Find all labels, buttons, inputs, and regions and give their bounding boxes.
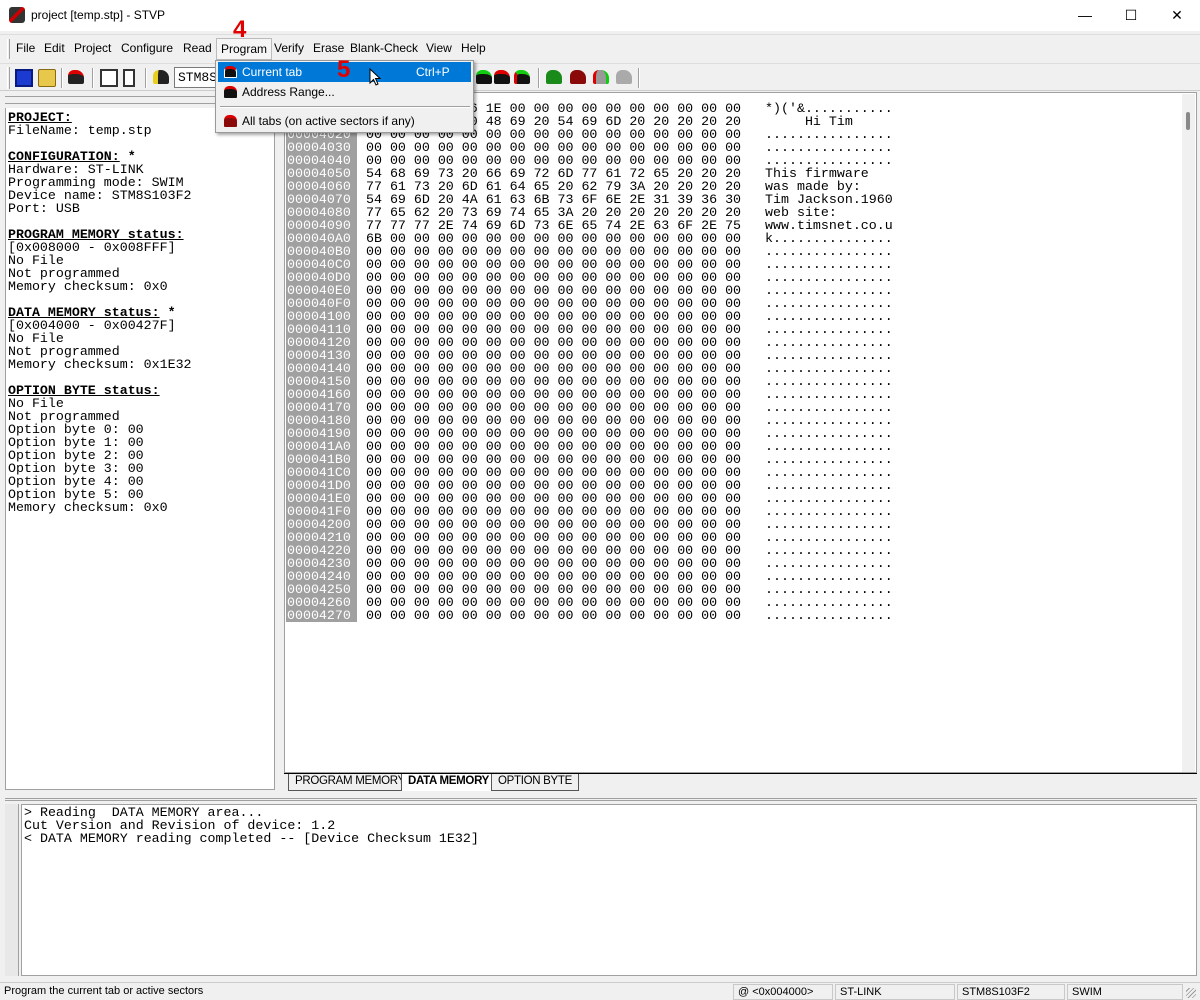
memory-tabs: PROGRAM MEMORY DATA MEMORY OPTION BYTE [284, 773, 1197, 791]
menu-separator [220, 106, 470, 108]
log-area: > Reading DATA MEMORY area... Cut Version… [5, 798, 1197, 976]
project-info-pane: PROJECT: FileName: temp.stp CONFIGURATION:… [5, 108, 275, 790]
app-icon [9, 7, 25, 23]
window-title: project [temp.stp] - STVP [31, 8, 166, 22]
open-folder-icon[interactable] [38, 69, 56, 87]
status-hardware: ST-LINK [835, 984, 955, 1000]
title-bar: project [temp.stp] - STVP — ☐ ✕ [0, 0, 1200, 31]
info-text: Memory checksum: 0x0 [8, 279, 168, 294]
status-mode: SWIM [1067, 984, 1183, 1000]
menu-erase[interactable]: Erase [313, 41, 344, 55]
info-text: Port: USB [8, 201, 80, 216]
menu-item-label: Address Range... [242, 85, 335, 99]
menu-configure[interactable]: Configure [121, 41, 173, 55]
document-icon[interactable] [123, 69, 135, 87]
read-chip-icon[interactable] [476, 70, 492, 84]
maximize-button[interactable]: ☐ [1108, 0, 1154, 31]
program-chip-icon[interactable] [494, 70, 510, 84]
menu-blank-check[interactable]: Blank-Check [350, 41, 418, 55]
hex-rows: 000040002A 29 28 27 26 1E 00 00 00 00 00… [286, 102, 893, 622]
verify-chip-icon[interactable] [514, 70, 530, 84]
menu-edit[interactable]: Edit [44, 41, 65, 55]
log-output[interactable]: > Reading DATA MEMORY area... Cut Version… [21, 804, 1197, 976]
status-bar: Program the current tab or active sector… [0, 982, 1200, 1000]
log-line: < DATA MEMORY reading completed -- [Devi… [24, 831, 479, 846]
menu-item-all-tabs[interactable]: All tabs (on active sectors if any) [218, 111, 471, 131]
info-text: Memory checksum: 0x1E32 [8, 357, 192, 372]
tab-option-byte[interactable]: OPTION BYTE [491, 774, 580, 791]
status-address: @ <0x004000> [733, 984, 833, 1000]
info-line: Memory checksum: 0x1E32 [8, 358, 274, 371]
tab-program-memory[interactable]: PROGRAM MEMORY [288, 774, 412, 791]
log-gutter [5, 804, 19, 976]
copy-icon[interactable] [100, 69, 118, 87]
annotation-step-4: 4 [233, 16, 247, 43]
status-message: Program the current tab or active sector… [4, 985, 204, 997]
menu-help[interactable]: Help [461, 41, 486, 55]
scrollbar-thumb[interactable] [1186, 112, 1190, 130]
hex-address: 00004270 [286, 609, 357, 622]
menu-file[interactable]: File [16, 41, 35, 55]
menu-verify[interactable]: Verify [274, 41, 304, 55]
hex-ascii: ................ [765, 608, 893, 623]
save-icon[interactable] [15, 69, 33, 87]
toolbar-separator [61, 68, 63, 88]
close-button[interactable]: ✕ [1154, 0, 1200, 31]
mouse-cursor-icon [369, 68, 382, 86]
annotation-step-5: 5 [337, 56, 351, 83]
erase-all-icon [616, 70, 632, 84]
menu-item-label: Current tab [242, 65, 303, 79]
program-all-icon [224, 115, 237, 127]
info-text: Memory checksum: 0x0 [8, 500, 168, 515]
status-device: STM8S103F2 [957, 984, 1065, 1000]
info-line: Memory checksum: 0x0 [8, 501, 274, 514]
hex-row[interactable]: 00004270 00 00 00 00 00 00 00 00 00 00 00… [286, 609, 893, 622]
read-all-icon[interactable] [546, 70, 562, 84]
menu-item-shortcut: Ctrl+P [416, 65, 450, 79]
toolbar-separator [638, 68, 640, 88]
info-line: Memory checksum: 0x0 [8, 280, 274, 293]
menu-item-label: All tabs (on active sectors if any) [242, 114, 415, 128]
minimize-button[interactable]: — [1062, 0, 1108, 31]
menu-read[interactable]: Read [183, 41, 212, 55]
toolbar-separator [145, 68, 147, 88]
program-all-icon[interactable] [570, 70, 586, 84]
vertical-scrollbar[interactable] [1182, 94, 1195, 772]
configure-chip-icon[interactable] [153, 70, 169, 84]
hex-view[interactable]: 000040002A 29 28 27 26 1E 00 00 00 00 00… [284, 92, 1197, 773]
menu-project[interactable]: Project [74, 41, 111, 55]
program-chip-icon [224, 66, 237, 78]
chip-project-icon[interactable] [68, 70, 84, 84]
menu-bar: File Edit Project Configure Read Program… [0, 34, 1200, 61]
toolbar-separator [92, 68, 94, 88]
resize-grip-icon[interactable] [1186, 988, 1196, 998]
menu-view[interactable]: View [426, 41, 452, 55]
menubar-grip[interactable] [7, 39, 10, 59]
verify-all-icon[interactable] [593, 70, 609, 84]
program-range-icon [224, 86, 237, 98]
toolbar-grip[interactable] [7, 67, 10, 89]
info-line: Port: USB [8, 202, 274, 215]
info-text: FileName: temp.stp [8, 123, 152, 138]
tab-data-memory[interactable]: DATA MEMORY [401, 774, 497, 791]
toolbar-separator [538, 68, 540, 88]
toolbar: STM8S103F2 [0, 63, 1200, 91]
menu-item-address-range[interactable]: Address Range... [218, 82, 471, 102]
hex-bytes[interactable]: 00 00 00 00 00 00 00 00 00 00 00 00 00 0… [366, 609, 741, 622]
